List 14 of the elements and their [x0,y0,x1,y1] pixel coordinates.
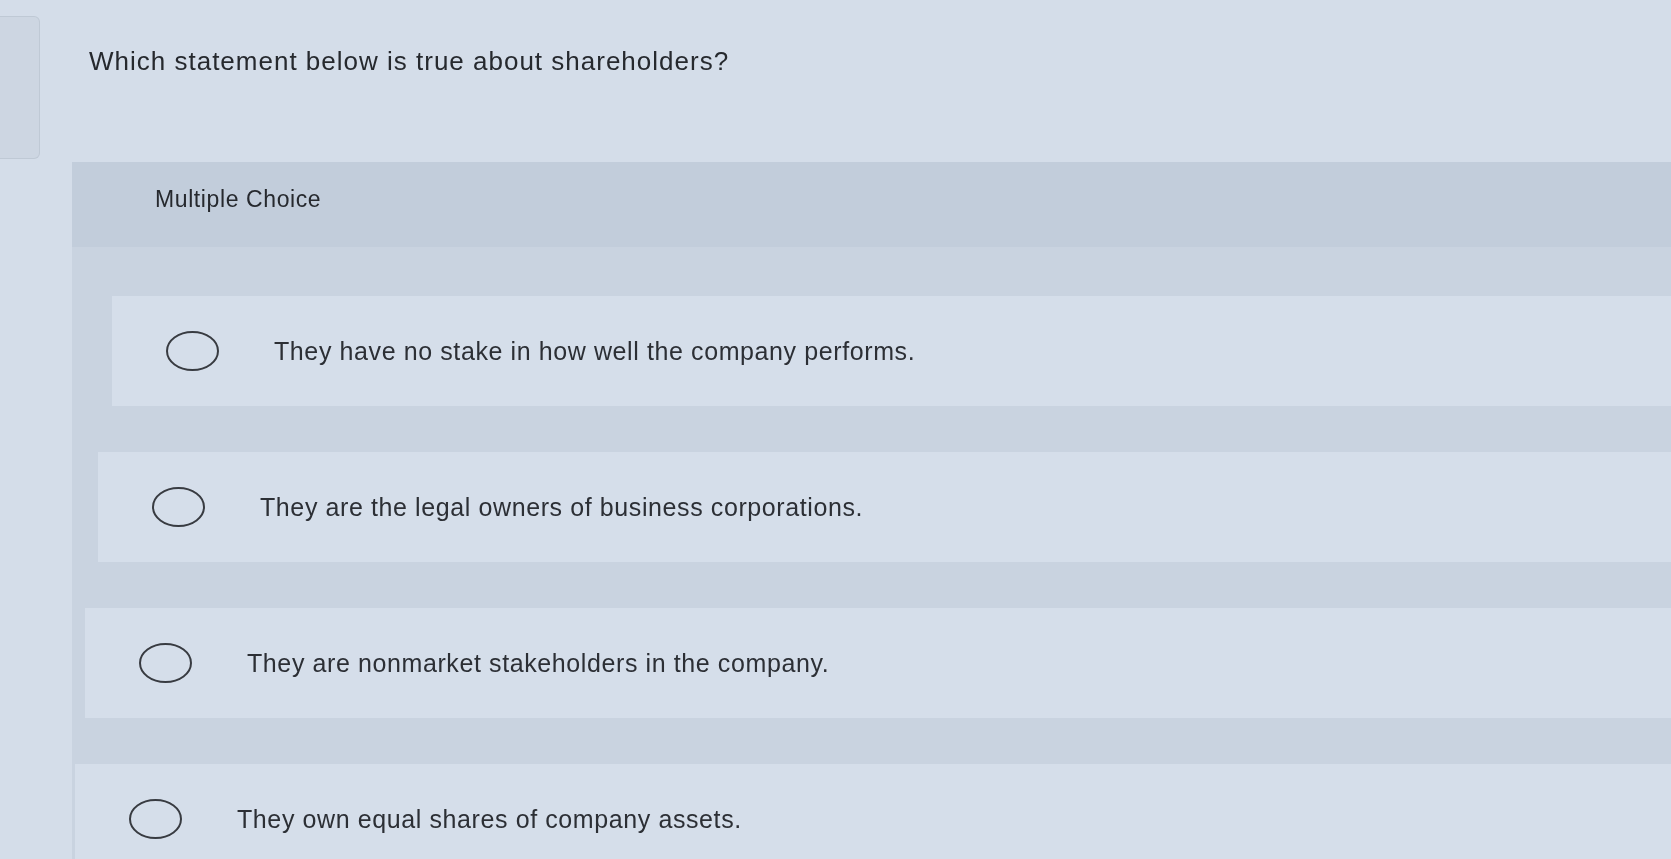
radio-button[interactable] [129,799,182,839]
radio-button[interactable] [166,331,219,371]
radio-button[interactable] [139,643,192,683]
question-text: Which statement below is true about shareholders? [89,46,730,77]
radio-button[interactable] [152,487,205,527]
answer-option[interactable]: They own equal shares of company assets. [75,764,1671,859]
option-text: They are the legal owners of business corporations. [260,492,864,522]
option-text: They own equal shares of company assets. [237,804,742,834]
answer-option[interactable]: They are nonmarket stakeholders in the company. [85,608,1671,718]
option-text: They are nonmarket stakeholders in the company. [247,648,830,678]
option-text: They have no stake in how well the company performs. [274,336,916,366]
question-type-label: Multiple Choice [155,186,322,212]
answer-option[interactable]: They have no stake in how well the company performs. [112,296,1671,406]
answer-option[interactable]: They are the legal owners of business corporations. [98,452,1671,562]
